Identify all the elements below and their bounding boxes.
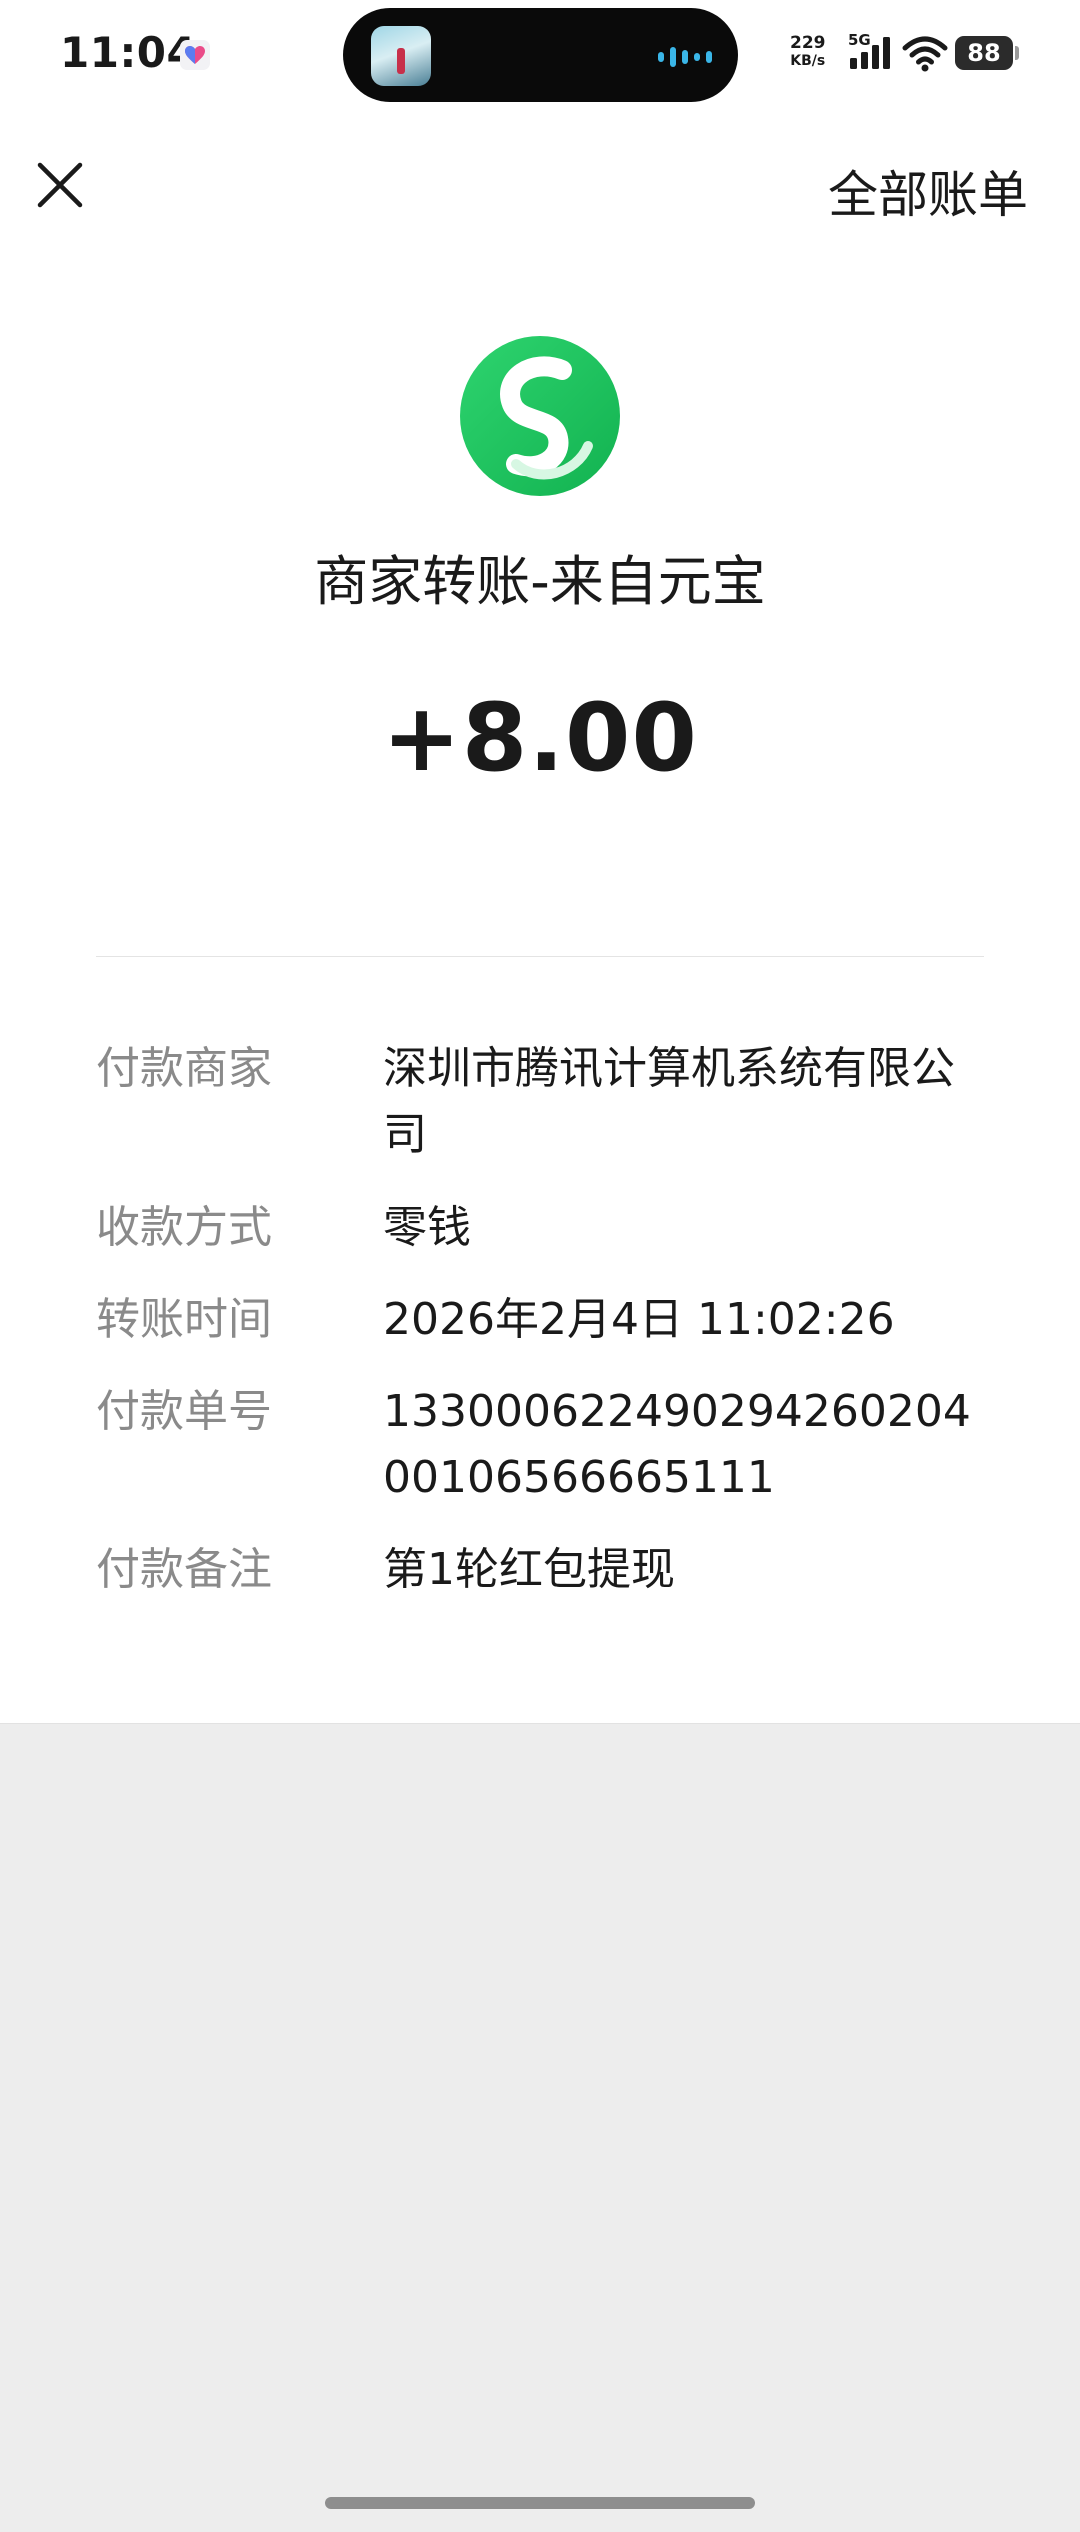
transaction-amount: +8.00 (382, 684, 698, 793)
status-bar: 11:04 229 KB/s 5G 88 (0, 0, 1080, 110)
detail-label-remark: 付款备注 (96, 1544, 272, 1595)
detail-label-transfer-time: 转账时间 (96, 1294, 272, 1345)
health-app-icon (180, 40, 210, 70)
home-indicator[interactable] (325, 2497, 755, 2509)
detail-label-receive-method: 收款方式 (96, 1202, 272, 1253)
detail-value-remark: 第1轮红包提现 (383, 1544, 675, 1595)
cellular-signal-icon (850, 37, 890, 69)
network-speed-unit: KB/s (790, 53, 826, 69)
battery-tip (1015, 46, 1019, 60)
close-button[interactable] (30, 155, 92, 217)
detail-label-payer: 付款商家 (96, 1043, 272, 1094)
audio-wave-icon (658, 46, 712, 68)
detail-value-order-number[interactable]: 13300062249029426020400106566665111 (383, 1379, 993, 1511)
transaction-detail-page: 11:04 229 KB/s 5G 88 全部账单 商家转账-来自元宝 +8.0… (0, 0, 1080, 2532)
network-speed: 229 KB/s (790, 34, 826, 70)
transaction-card: 11:04 229 KB/s 5G 88 全部账单 商家转账-来自元宝 +8.0… (0, 0, 1080, 1724)
detail-value-payer: 深圳市腾讯计算机系统有限公司 (383, 1043, 955, 1160)
dynamic-island[interactable] (343, 8, 738, 102)
detail-label-order-number: 付款单号 (96, 1386, 272, 1437)
merchant-title: 商家转账-来自元宝 (314, 550, 766, 613)
now-playing-thumbnail[interactable] (371, 26, 431, 86)
network-speed-value: 229 (790, 33, 826, 53)
battery-indicator: 88 (955, 36, 1013, 70)
divider (96, 956, 984, 957)
all-bills-link[interactable]: 全部账单 (828, 155, 1028, 227)
wifi-icon (902, 36, 948, 72)
yuanbao-logo-icon (460, 336, 620, 496)
close-icon (37, 162, 83, 208)
detail-value-transfer-time: 2026年2月4日 11:02:26 (383, 1294, 895, 1345)
detail-value-receive-method: 零钱 (383, 1202, 471, 1253)
status-time: 11:04 (60, 28, 197, 77)
